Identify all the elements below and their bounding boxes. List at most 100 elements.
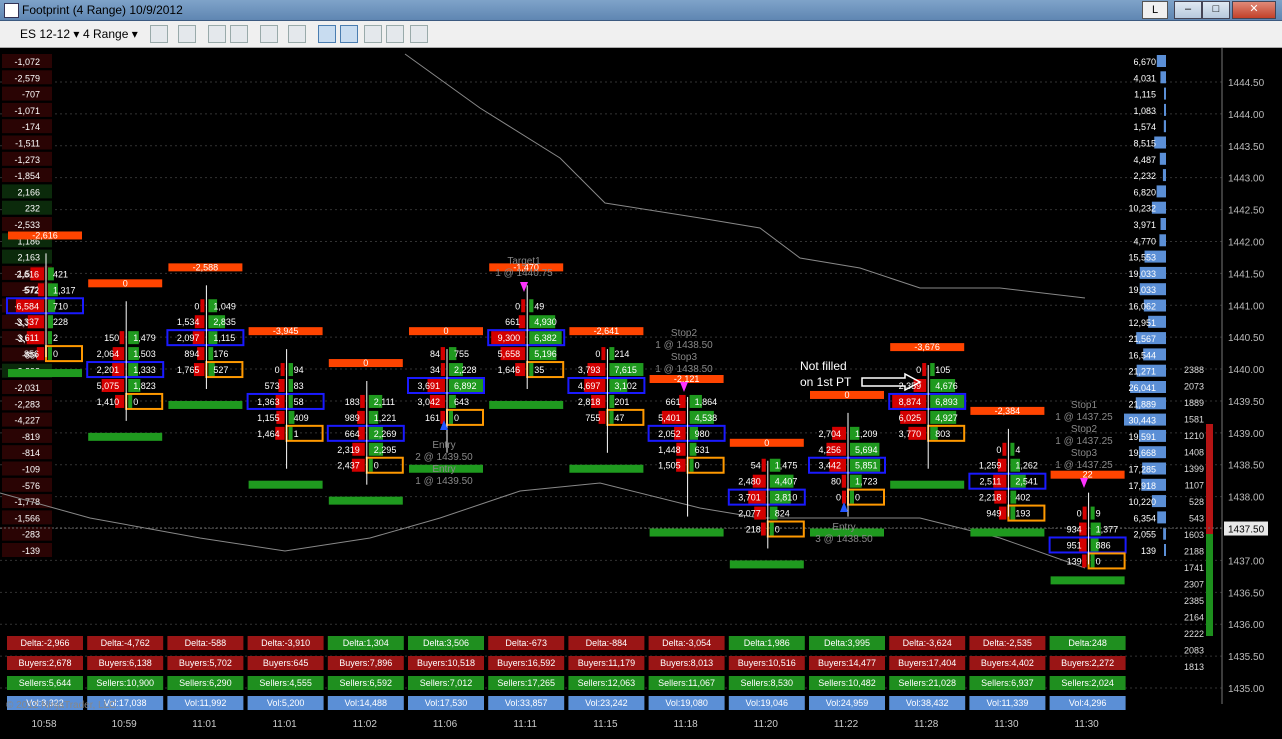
left-delta-value: -576 — [22, 481, 40, 491]
ask-volume-value: 2,228 — [454, 365, 477, 375]
volume-profile-value: 8,515 — [1133, 139, 1156, 149]
current-price-label: 1437.50 — [1228, 525, 1265, 536]
ask-volume-value: 402 — [1015, 493, 1030, 503]
bid-volume-value: 3,442 — [818, 461, 841, 471]
summary-vol-value: Vol:33,857 — [505, 698, 548, 708]
chart-canvas[interactable]: 1444.50 1444.00 1443.50 1443.00 1442.50 1442.… — [0, 48, 1282, 734]
bid-volume-bar — [1082, 506, 1087, 520]
chart-trader-icon[interactable] — [318, 25, 336, 43]
ask-volume-value: 0 — [695, 461, 700, 471]
time-tick-label: 11:28 — [914, 719, 939, 730]
bid-volume-value: 5,401 — [658, 413, 681, 423]
ask-volume-value: 5,694 — [855, 445, 878, 455]
depth-value: 2222 — [1184, 629, 1204, 639]
ask-volume-value: 0 — [775, 525, 780, 535]
summary-sellers-value: Sellers:2,024 — [1061, 678, 1114, 688]
zoom-icon[interactable] — [288, 25, 306, 43]
ask-volume-value: 1,049 — [213, 301, 236, 311]
bid-volume-value: 54 — [751, 461, 761, 471]
ask-volume-value: 35 — [534, 365, 544, 375]
bid-volume-value: 1,259 — [979, 461, 1002, 471]
summary-buyers-value: Buyers:645 — [263, 658, 309, 668]
ask-volume-value: 105 — [935, 365, 950, 375]
indicators-icon[interactable] — [364, 25, 382, 43]
maximize-button[interactable]: □ — [1202, 1, 1230, 19]
bid-volume-bar — [521, 299, 526, 313]
volume-profile-value: 4,487 — [1133, 155, 1156, 165]
ask-volume-bar — [689, 458, 694, 472]
volume-profile-bar — [1163, 120, 1166, 133]
ask-volume-value: 6,382 — [534, 333, 557, 343]
volume-profile-value: 12,951 — [1128, 318, 1156, 328]
bid-volume-value: 572 — [24, 285, 39, 295]
ask-volume-value: 4 — [1015, 445, 1020, 455]
depth-value: 543 — [1189, 514, 1204, 524]
stop3-label: Stop3 — [671, 352, 698, 363]
period-selector[interactable]: 4 Range ▾ — [83, 25, 138, 43]
summary-sellers-value: Sellers:10,482 — [818, 678, 876, 688]
crosshair-icon[interactable] — [260, 25, 278, 43]
price-tick-label: 1436.50 — [1228, 588, 1265, 599]
bid-volume-value: 1,448 — [658, 445, 681, 455]
instrument-selector[interactable]: ES 12-12 ▾ — [20, 25, 79, 43]
bid-volume-value: 2,437 — [337, 461, 360, 471]
summary-sellers-value: Sellers:12,063 — [578, 678, 636, 688]
bar-delta-bottom — [328, 496, 403, 505]
summary-delta-value: Delta:-2,966 — [20, 638, 69, 648]
volume-profile-value: 4,770 — [1133, 236, 1156, 246]
bid-volume-value: 4,256 — [818, 445, 841, 455]
minimize-button[interactable]: – — [1174, 1, 1202, 19]
ask-volume-value: 1,864 — [695, 397, 718, 407]
volume-profile-value: 19,033 — [1128, 269, 1156, 279]
volume-profile-bar — [1160, 218, 1166, 230]
bar-delta-bottom — [168, 400, 243, 409]
volume-profile-value: 19,033 — [1128, 285, 1156, 295]
ask-volume-value: 2,111 — [374, 397, 395, 407]
summary-sellers-value: Sellers:6,290 — [179, 678, 232, 688]
bid-volume-value: 951 — [1067, 540, 1082, 550]
bid-volume-value: 0 — [194, 301, 199, 311]
depth-value: 1399 — [1184, 464, 1204, 474]
volume-profile-value: 16,062 — [1128, 302, 1156, 312]
properties-icon[interactable] — [410, 25, 428, 43]
close-button[interactable]: ✕ — [1232, 1, 1276, 19]
ask-volume-value: 755 — [454, 349, 469, 359]
bid-volume-bar — [360, 394, 365, 408]
chart-toolbar: ES 12-12 ▾ 4 Range ▾ — [0, 21, 1282, 48]
summary-vol-value: Vol:24,959 — [826, 698, 869, 708]
price-tick-label: 1435.00 — [1228, 684, 1265, 695]
bar-style-icon[interactable] — [150, 25, 168, 43]
summary-delta-value: Delta:-588 — [185, 638, 227, 648]
summary-delta-value: Delta:1,304 — [343, 638, 389, 648]
bar-delta-value: 0 — [123, 278, 128, 288]
lock-button[interactable]: L — [1142, 1, 1168, 19]
footprint-chart[interactable]: 1444.50 1444.00 1443.50 1443.00 1442.50 1442.… — [0, 48, 1282, 734]
strategies-icon[interactable] — [386, 25, 404, 43]
not-filled-label: on 1st PT — [800, 375, 852, 389]
depth-value: 1603 — [1184, 530, 1204, 540]
pin-icon[interactable] — [208, 25, 226, 43]
ask-volume-bar — [1090, 554, 1095, 568]
ask-volume-value: 643 — [454, 397, 469, 407]
left-delta-value: -2,579 — [14, 73, 40, 83]
ask-volume-value: 1,503 — [133, 349, 156, 359]
ask-volume-bar — [288, 379, 293, 392]
ask-volume-value: 1,723 — [855, 477, 878, 487]
app-icon — [4, 3, 19, 18]
data-box-icon[interactable] — [340, 25, 358, 43]
ask-volume-bar — [930, 363, 935, 377]
ask-volume-value: 4,930 — [534, 317, 557, 327]
bid-volume-value: 2,480 — [738, 477, 761, 487]
left-delta-value: -819 — [22, 432, 40, 442]
left-delta-value: -283 — [22, 530, 40, 540]
pencil-icon[interactable] — [178, 25, 196, 43]
bid-volume-value: 5,075 — [97, 381, 120, 391]
bar-delta-value: 0 — [443, 326, 448, 336]
pointer-icon[interactable] — [230, 25, 248, 43]
ask-volume-value: 2,269 — [374, 429, 397, 439]
ask-volume-value: 2,541 — [1015, 477, 1038, 487]
ask-volume-value: 3,810 — [775, 493, 798, 503]
volume-profile-value: 15,553 — [1128, 253, 1156, 263]
stop3-detail: 1 @ 1438.50 — [655, 364, 713, 375]
price-tick-label: 1444.50 — [1228, 78, 1265, 89]
